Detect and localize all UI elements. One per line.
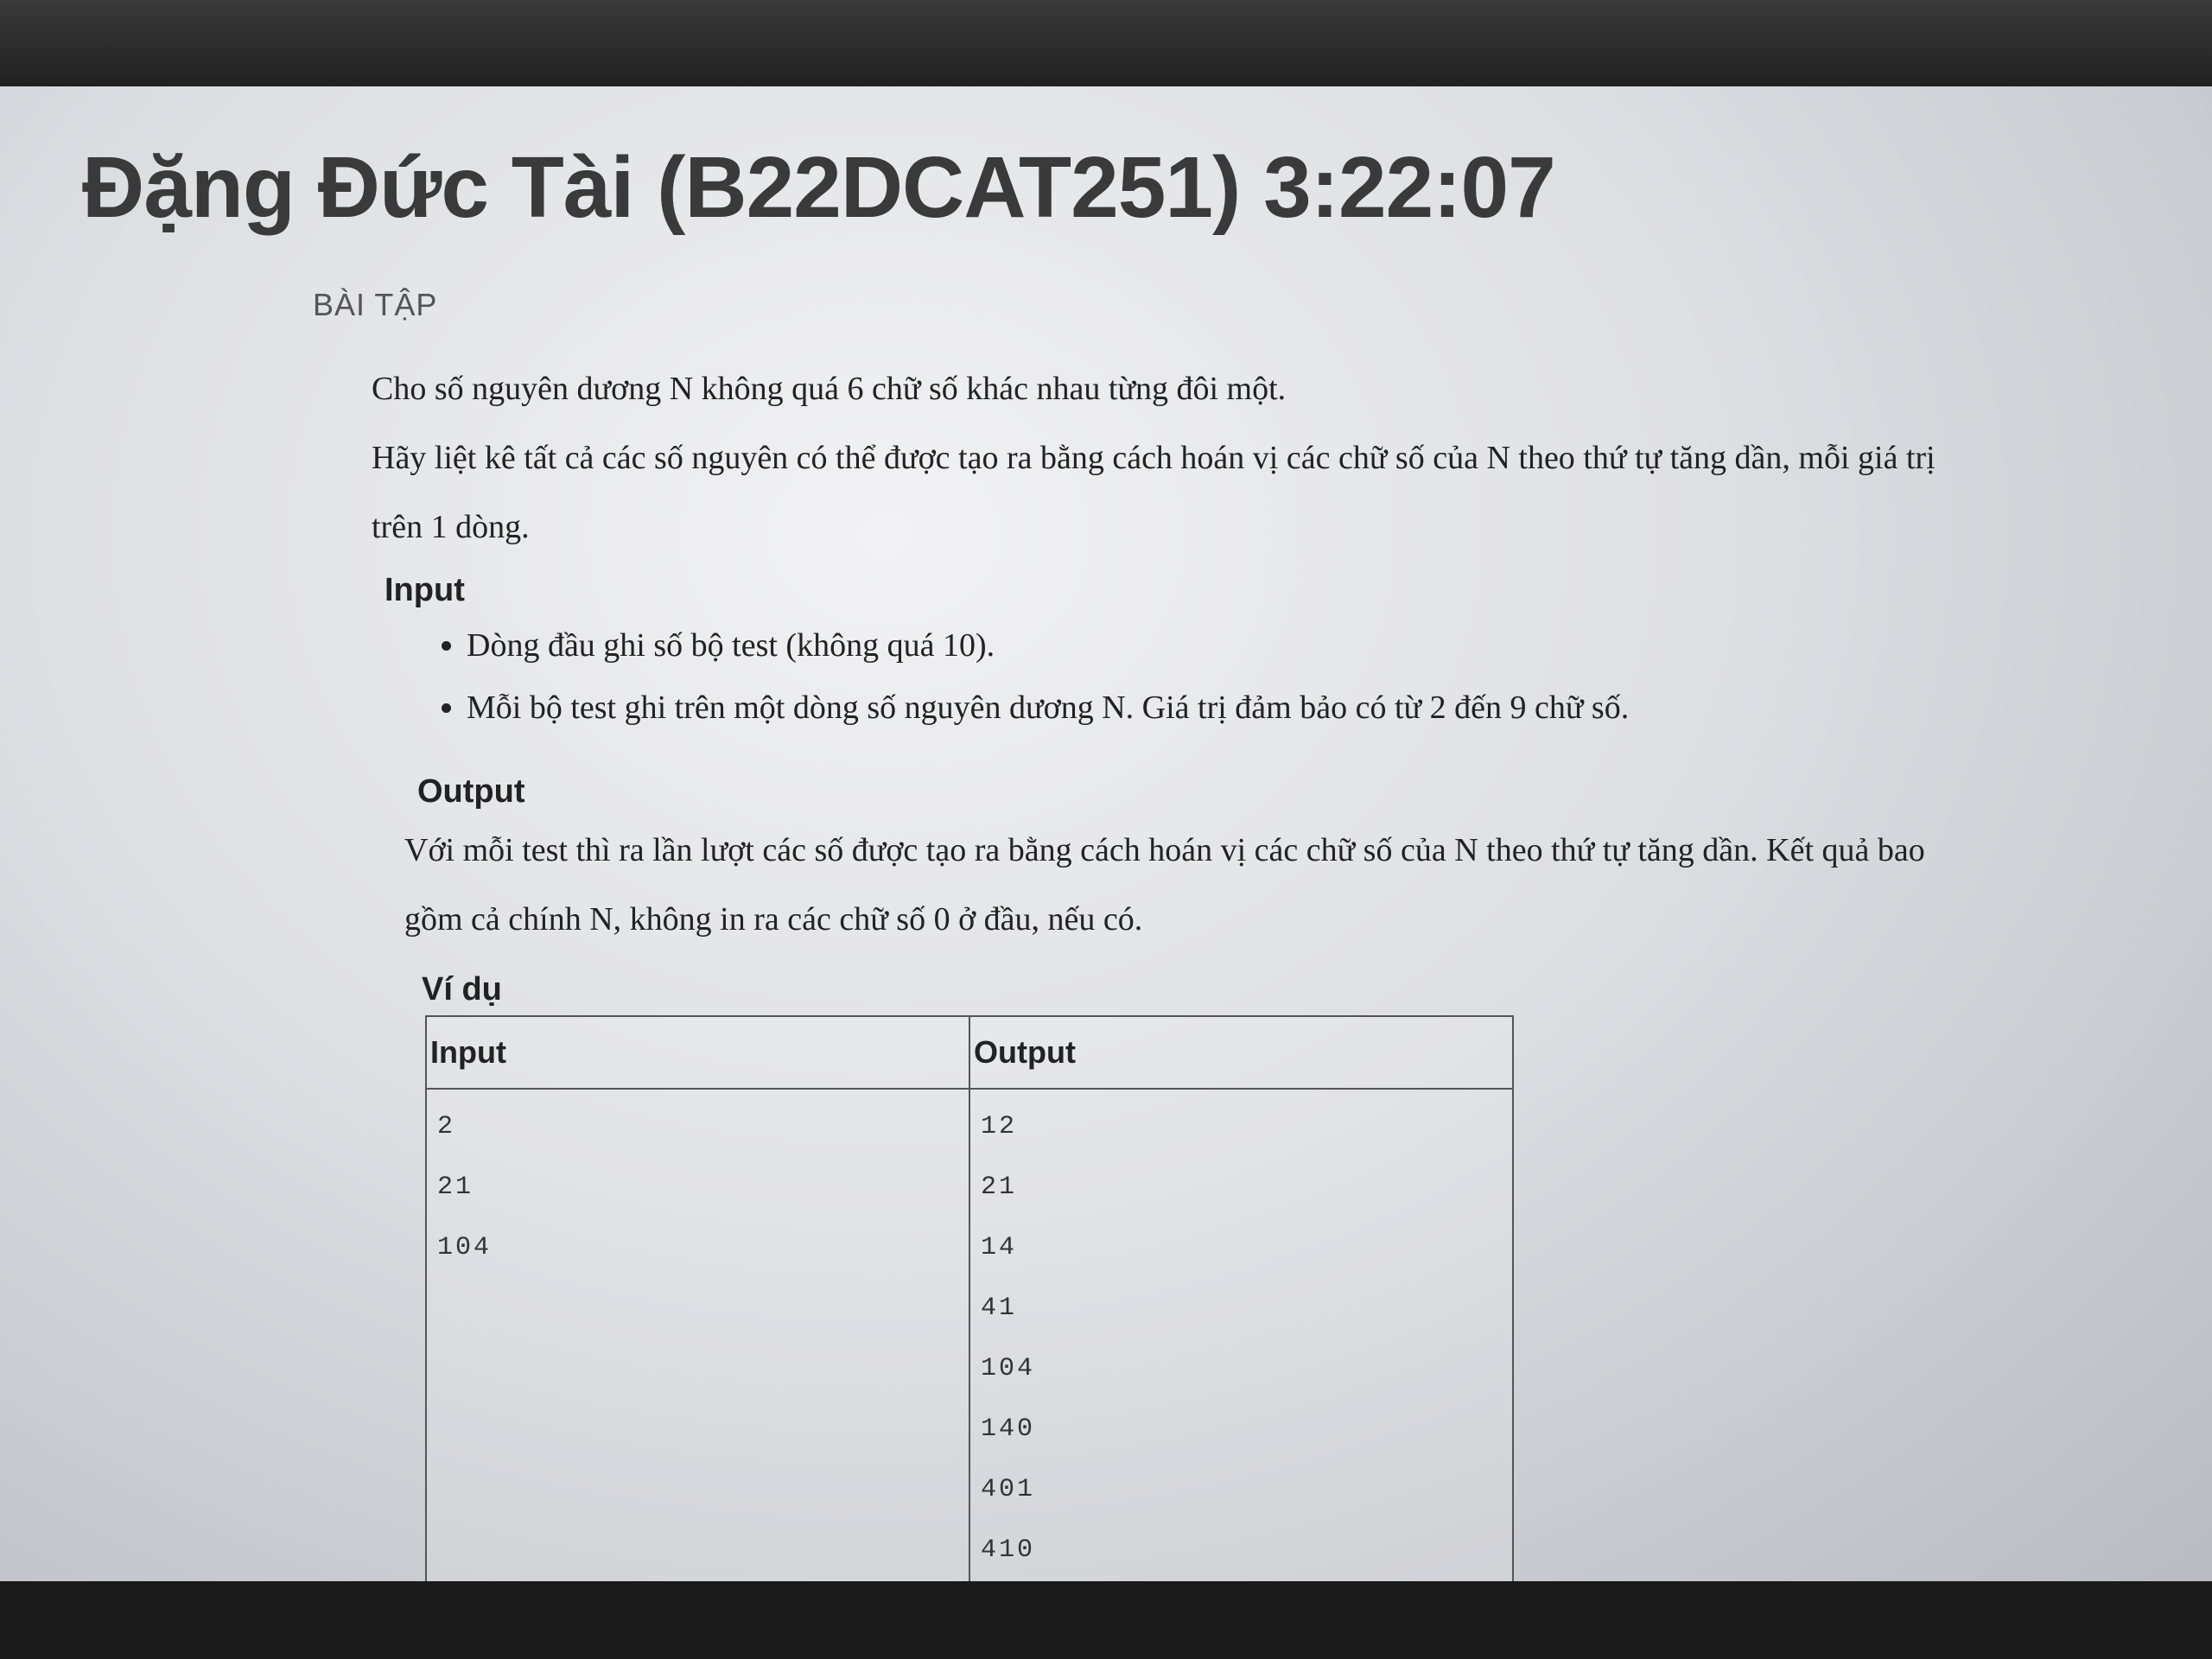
screen: Đặng Đức Tài (B22DCAT251) 3:22:07 BÀI TẬ… [0,86,2212,1581]
page-title: Đặng Đức Tài (B22DCAT251) 3:22:07 [82,138,1556,238]
output-section: Output Với mỗi test thì ra lần lượt các … [372,773,1944,954]
output-line: 140 [981,1414,1036,1444]
problem-statement: Cho số nguyên dương N không quá 6 chữ số… [372,354,1944,1581]
output-line: 410 [981,1535,1036,1565]
output-heading: Output [417,773,525,810]
input-heading: Input [385,572,465,608]
output-line: 104 [981,1354,1036,1383]
example-row: 2 21 104 12 21 14 41 104 140 401 410 [425,1088,1514,1581]
output-line: 401 [981,1475,1036,1504]
exam-timer: 3:22:07 [1263,139,1556,236]
output-description: Với mỗi test thì ra lần lượt các số được… [404,832,1925,938]
student-name: Đặng Đức Tài (B22DCAT251) [82,139,1241,236]
output-line: 21 [981,1173,1018,1202]
problem-intro: Cho số nguyên dương N không quá 6 chữ số… [372,371,1287,407]
example-output-cell: 12 21 14 41 104 140 401 410 [969,1088,1514,1581]
input-list: Dòng đầu ghi số bộ test (không quá 10). … [372,614,1944,739]
input-item: Dòng đầu ghi số bộ test (không quá 10). [467,614,1944,677]
problem-task: Hãy liệt kê tất cả các số nguyên có thể … [372,440,1936,545]
example-heading: Ví dụ [422,971,502,1007]
input-line: 21 [437,1173,474,1202]
example-input-header: Input [425,1015,970,1090]
example-table: Input Output 2 21 104 12 21 14 41 104 14… [425,1015,1514,1581]
input-line: 2 [437,1112,456,1141]
example-input-cell: 2 21 104 [425,1088,970,1581]
example-output-header: Output [969,1015,1514,1090]
output-line: 41 [981,1294,1018,1323]
monitor-top-bezel [0,0,2212,95]
monitor-bottom-bezel [0,1581,2212,1659]
section-label: BÀI TẬP [313,287,438,322]
output-line: 12 [981,1112,1018,1141]
input-line: 104 [437,1233,493,1262]
output-line: 14 [981,1233,1018,1262]
input-item: Mỗi bộ test ghi trên một dòng số nguyên … [467,677,1944,739]
